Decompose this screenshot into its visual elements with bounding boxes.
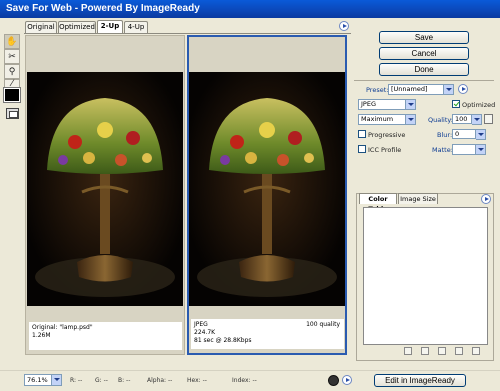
zoom-icon[interactable]: ⚲ [4, 64, 20, 79]
optimized-download-time: 81 sec @ 28.8Kbps [194, 337, 252, 344]
optimized-lamp-image [189, 72, 345, 306]
alpha-readout: Alpha: -- [147, 377, 173, 384]
preset-value: [Unnamed] [391, 85, 428, 93]
eyedropper-color-swatch[interactable] [3, 87, 21, 103]
add-color-icon[interactable] [438, 347, 446, 355]
matte-label: Matte: [432, 146, 453, 154]
chevron-down-icon [405, 100, 415, 109]
optimized-preview-pane[interactable]: JPEG 224.7K 81 sec @ 28.8Kbps 100 qualit… [187, 35, 347, 355]
cancel-button[interactable]: Cancel [379, 47, 469, 60]
format-value: JPEG [361, 100, 376, 108]
lock-color-icon[interactable] [421, 347, 429, 355]
chevron-down-icon [51, 375, 61, 385]
chevron-down-icon [475, 130, 485, 139]
zoom-select[interactable]: 76.1% [24, 374, 62, 386]
blur-label: Blur: [437, 131, 453, 139]
color-table-menu-icon[interactable] [481, 194, 491, 204]
optimized-file-size: 224.7K [194, 329, 216, 336]
status-bar: 76.1% R: -- G: -- B: -- Alpha: -- Hex: -… [0, 370, 500, 391]
optimized-checkbox[interactable] [452, 100, 460, 108]
blue-readout: B: -- [118, 377, 131, 384]
tab-image-size[interactable]: Image Size [398, 193, 438, 204]
save-for-web-dialog: Original Optimized 2-Up 4-Up ✋ ✂ ⚲ ⁄ Ori… [0, 18, 500, 391]
preset-select[interactable]: [Unnamed] [388, 84, 454, 95]
optimize-menu-icon[interactable] [458, 84, 468, 94]
original-preview-pane[interactable]: Original: "lamp.psd" 1.26M [25, 35, 185, 355]
channel-quality-icon[interactable] [484, 114, 493, 124]
quality-label: Quality: [428, 116, 453, 124]
quality-slider-toggle[interactable] [471, 114, 482, 125]
browser-menu-icon[interactable] [342, 375, 352, 385]
done-button[interactable]: Done [379, 63, 469, 76]
tab-original[interactable]: Original [25, 21, 57, 33]
original-filename: Original: "lamp.psd" [32, 324, 93, 331]
blur-input[interactable]: 0 [452, 129, 476, 139]
window-title: Save For Web - Powered By ImageReady [6, 3, 200, 14]
icc-profile-label: ICC Profile [368, 146, 402, 154]
eyedropper-icon[interactable]: ⁄ [4, 79, 20, 89]
progressive-label: Progressive [368, 131, 406, 139]
format-select[interactable]: JPEG [358, 99, 416, 110]
new-color-icon[interactable] [455, 347, 463, 355]
color-table-panel: Color Table Image Size [356, 193, 494, 361]
save-button[interactable]: Save [379, 31, 469, 44]
quality-level-select[interactable]: Maximum [358, 114, 416, 125]
blur-slider-toggle[interactable] [475, 129, 486, 140]
progressive-checkbox[interactable] [358, 130, 366, 138]
toggle-slices-icon[interactable] [6, 108, 19, 119]
tab-2-up[interactable]: 2-Up [97, 20, 123, 33]
icc-profile-checkbox[interactable] [358, 145, 366, 153]
hand-icon[interactable]: ✋ [4, 34, 20, 49]
chevron-down-icon [405, 115, 415, 124]
quality-level-value: Maximum [361, 115, 394, 123]
preview-menu-icon[interactable] [339, 21, 349, 31]
slice-select-icon[interactable]: ✂ [4, 49, 20, 64]
index-readout: Index: -- [232, 377, 257, 384]
chevron-down-icon [471, 115, 481, 124]
optimized-info-box: JPEG 224.7K 81 sec @ 28.8Kbps 100 qualit… [191, 319, 344, 349]
title-bar: Save For Web - Powered By ImageReady [0, 0, 500, 18]
browser-preview-icon[interactable] [328, 375, 339, 386]
web-shift-icon[interactable] [404, 347, 412, 355]
edit-in-imageready-button[interactable]: Edit in ImageReady [374, 374, 466, 387]
matte-select[interactable] [452, 144, 486, 155]
quality-input[interactable]: 100 [452, 114, 472, 124]
tab-divider [24, 33, 351, 34]
original-info-box: Original: "lamp.psd" 1.26M [29, 322, 182, 350]
color-table-grid[interactable] [363, 207, 488, 345]
red-readout: R: -- [70, 377, 83, 384]
tab-color-table[interactable]: Color Table [359, 193, 397, 213]
optimization-settings: Preset: [Unnamed] JPEG Optimized Maximum… [354, 80, 496, 184]
original-lamp-image [27, 72, 183, 306]
delete-color-icon[interactable] [472, 347, 480, 355]
green-readout: G: -- [95, 377, 108, 384]
chevron-down-icon [443, 85, 453, 94]
hex-readout: Hex: -- [187, 377, 207, 384]
optimized-quality-note: 100 quality [306, 321, 340, 328]
tab-4-up[interactable]: 4-Up [124, 21, 148, 33]
original-file-size: 1.26M [32, 332, 51, 339]
chevron-down-icon [475, 145, 485, 154]
tab-optimized[interactable]: Optimized [58, 21, 96, 33]
preset-label: Preset: [366, 86, 389, 94]
optimized-label: Optimized [462, 101, 496, 109]
zoom-value: 76.1% [27, 376, 48, 384]
